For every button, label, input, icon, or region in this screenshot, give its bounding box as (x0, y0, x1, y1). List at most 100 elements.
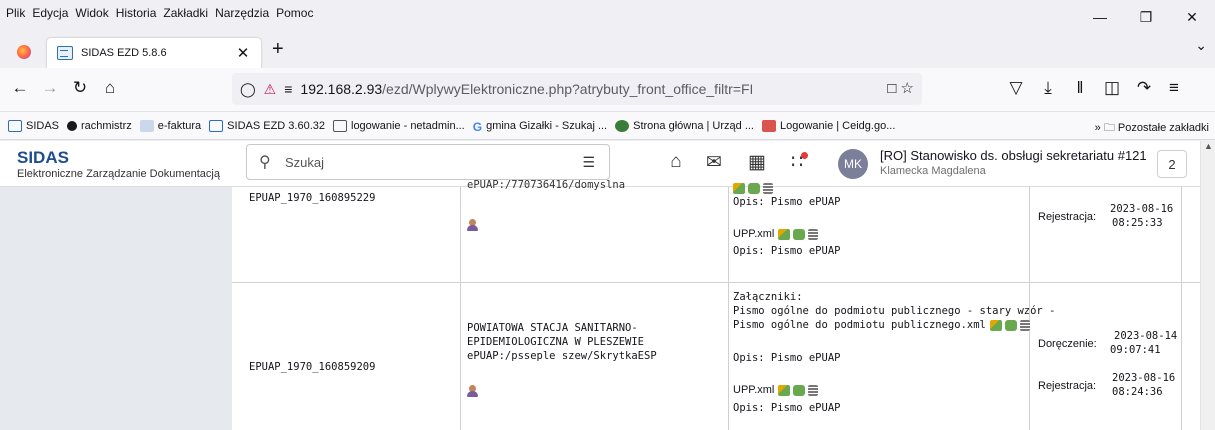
person-icon[interactable] (467, 385, 478, 397)
bookmark-star-icon[interactable]: □ ☆ (887, 79, 914, 97)
upp-filename[interactable]: UPP.xml (733, 228, 774, 240)
reload-icon[interactable]: ↻ (68, 78, 92, 98)
downloads-icon[interactable]: ⤓ (1036, 78, 1060, 98)
date-label: Doręczenie: (1038, 338, 1097, 350)
bookmark-item[interactable]: Strona główna | Urząd ... (615, 119, 754, 132)
sender-address: ePUAP:/770736416/domyslna (467, 179, 626, 191)
sidebar-panel (0, 187, 232, 430)
menu-plik[interactable]: Plik (6, 6, 25, 20)
count-badge[interactable]: 2 (1157, 150, 1187, 178)
file-actions (778, 228, 819, 240)
search-placeholder: Szukaj (285, 155, 325, 170)
menu-narzedzia[interactable]: Narzędzia (215, 6, 269, 20)
calendar-icon[interactable]: ▦ (745, 151, 769, 174)
attachment-name: Pismo ogólne do podmiotu publicznego - s… (733, 305, 1056, 317)
attachments-header: Załączniki: (733, 291, 803, 303)
brand-title[interactable]: SIDAS (17, 148, 69, 168)
sign-icon[interactable] (778, 384, 791, 396)
attachment-filename[interactable]: Pismo ogólne do podmiotu publicznego.xml (733, 319, 986, 332)
mail-icon[interactable]: ✉ (702, 151, 726, 174)
column-id (232, 187, 461, 430)
bookmark-item[interactable]: SIDAS (8, 119, 59, 132)
home-icon[interactable]: ⌂ (98, 78, 122, 98)
pocket-icon[interactable]: ▽ (1004, 78, 1028, 98)
package-icon[interactable] (793, 228, 806, 240)
ceidg-icon (762, 119, 776, 132)
package-icon[interactable] (748, 183, 760, 194)
time-value: 09:07:41 (1110, 344, 1161, 356)
menu-pomoc[interactable]: Pomoc (276, 6, 313, 20)
upp-filename[interactable]: UPP.xml (733, 384, 774, 396)
sign-icon[interactable] (778, 228, 791, 240)
back-icon[interactable]: ← (8, 78, 32, 98)
firefox-view-icon[interactable] (17, 45, 31, 59)
incoming-documents-table: EPUAP_1970_160895229 ePUAP:/770736416/do… (232, 179, 1200, 430)
package-icon[interactable] (1004, 320, 1017, 331)
document-id[interactable]: EPUAP_1970_160895229 (249, 192, 375, 205)
list-all-tabs-icon[interactable]: ⌄ (1195, 37, 1207, 54)
avatar[interactable]: MK (838, 149, 868, 179)
date-value: 2023-08-16 (1112, 372, 1176, 384)
sidas-icon (209, 119, 224, 132)
sign-icon[interactable] (733, 183, 745, 194)
date-value: 2023-08-16 (1110, 203, 1174, 215)
user-name: Klamecka Magdalena (880, 165, 986, 177)
close-tab-icon[interactable]: ✕ (233, 44, 253, 62)
user-role[interactable]: [RO] Stanowisko ds. obsługi sekretariatu… (880, 148, 1147, 163)
package-icon[interactable] (793, 384, 806, 396)
bookmark-item[interactable]: e-faktura (139, 119, 201, 132)
restore-icon[interactable]: ❐ (1123, 0, 1169, 34)
url-bar[interactable]: ◯ ⚠ ≡ 192.168.2.93 /ezd/WplywyElektronic… (232, 73, 922, 105)
forward-icon[interactable]: → (38, 78, 62, 98)
search-input[interactable]: ⚲ Szukaj ☰ (246, 144, 610, 180)
home-icon[interactable]: ⌂ (664, 151, 688, 173)
document-icon[interactable] (808, 228, 819, 240)
document-icon[interactable] (808, 384, 819, 396)
bookmark-item[interactable]: SIDAS EZD 3.60.32 (209, 119, 325, 132)
sender-line: POWIATOWA STACJA SANITARNO- (467, 322, 638, 334)
bookmark-item[interactable]: rachmistrz (67, 120, 132, 132)
sender-line: EPIDEMIOLOGICZNA W PLESZEWIE (467, 336, 645, 348)
app-menu-icon[interactable]: ≡ (1162, 78, 1186, 98)
filter-sliders-icon[interactable]: ☰ (582, 154, 595, 171)
sign-icon[interactable] (989, 320, 1002, 331)
sidebar-icon[interactable]: ◫ (1100, 78, 1124, 98)
menu-zakladki[interactable]: Zakładki (163, 6, 208, 20)
menu-historia[interactable]: Historia (116, 6, 157, 20)
file-actions (733, 183, 773, 194)
scroll-up-icon[interactable]: ▲ (1204, 141, 1213, 151)
new-tab-icon[interactable]: + (272, 38, 284, 61)
page-scrollbar[interactable]: ▲ (1200, 141, 1215, 430)
netadmin-icon (333, 119, 347, 132)
menu-widok[interactable]: Widok (75, 6, 108, 20)
bookmark-item[interactable]: Logowanie | Ceidg.go... (762, 119, 895, 132)
date-label: Rejestracja: (1038, 211, 1097, 223)
other-bookmarks[interactable]: » 🗀 Pozostałe zakładki (1095, 119, 1209, 138)
permissions-icon[interactable]: ≡ (284, 81, 292, 97)
upp-file: UPP.xml (733, 228, 819, 240)
menu-bar: Plik Edycja Widok Historia Zakładki Narz… (0, 0, 1215, 26)
library-icon[interactable]: ‖ (1068, 78, 1092, 98)
person-icon[interactable] (467, 219, 478, 231)
minimize-icon[interactable]: — (1077, 0, 1123, 34)
document-icon[interactable] (1019, 320, 1030, 331)
tab-sidas[interactable]: SIDAS EZD 5.8.6 ✕ (47, 38, 261, 68)
document-icon[interactable] (763, 183, 773, 194)
date-label: Rejestracja: (1038, 380, 1097, 392)
bookmarks-bar: SIDAS rachmistrz e-faktura SIDAS EZD 3.6… (0, 112, 1215, 140)
file-actions (989, 320, 1030, 331)
time-value: 08:24:36 (1112, 386, 1163, 398)
attachment-description: Opis: Pismo ePUAP (733, 196, 841, 208)
google-icon: G (472, 119, 483, 134)
close-window-icon[interactable]: ✕ (1169, 0, 1215, 34)
menu-edycja[interactable]: Edycja (32, 6, 68, 20)
insecure-lock-icon[interactable]: ⚠ (264, 81, 277, 98)
window-controls: — ❐ ✕ (1077, 0, 1215, 34)
bookmark-item[interactable]: logowanie - netadmin... (333, 119, 465, 132)
bookmark-item[interactable]: Ggmina Gizałki - Szukaj ... (472, 119, 607, 134)
share-icon[interactable]: ↷ (1132, 78, 1156, 98)
url-host: 192.168.2.93 (300, 81, 383, 97)
document-id[interactable]: EPUAP_1970_160859209 (249, 361, 375, 374)
upp-description: Opis: Pismo ePUAP (733, 402, 841, 414)
shield-icon[interactable]: ◯ (240, 81, 256, 98)
